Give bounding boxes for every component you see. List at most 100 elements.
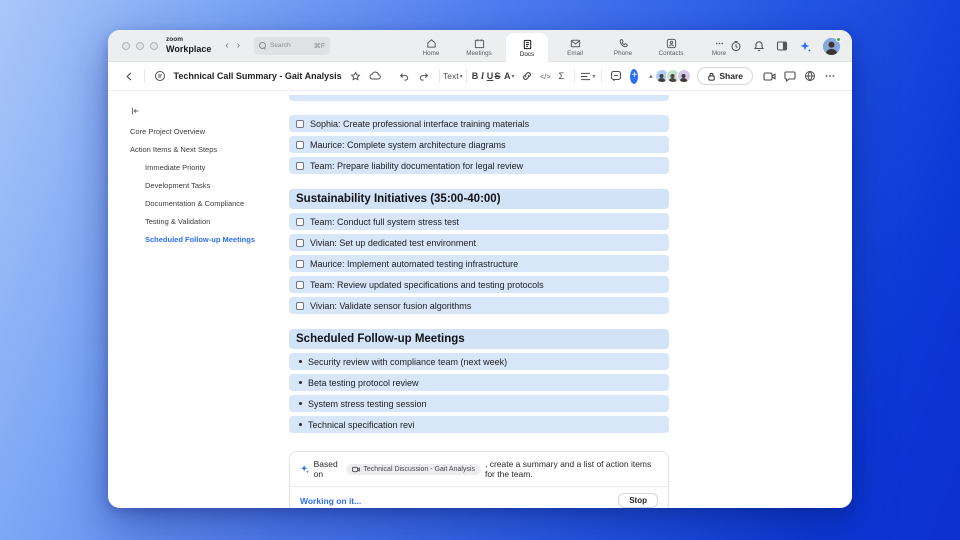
outline-item-testing-validation[interactable]: Testing & Validation <box>145 217 289 226</box>
checklist-row[interactable]: Vivian: Validate sensor fusion algorithm… <box>289 297 669 314</box>
search-icon <box>259 41 267 50</box>
code-block-button[interactable]: </> <box>537 66 553 86</box>
undo-icon[interactable] <box>398 71 410 82</box>
contacts-icon <box>666 38 676 49</box>
outline-item-documentation-compliance[interactable]: Documentation & Compliance <box>145 199 289 208</box>
collaborator-avatar[interactable] <box>677 69 692 83</box>
outline-item-development-tasks[interactable]: Development Tasks <box>145 181 289 190</box>
user-avatar[interactable] <box>823 36 841 55</box>
close-window-button[interactable] <box>122 41 130 50</box>
minimize-window-button[interactable] <box>136 41 144 50</box>
bullet-row[interactable]: System stress testing session <box>289 395 669 412</box>
ai-prompt-prefix: Based on <box>313 459 338 479</box>
zoom-workplace-logo: zoom Workplace <box>166 36 212 54</box>
outline-item-scheduled-followup[interactable]: Scheduled Follow-up Meetings <box>145 235 289 244</box>
align-dropdown[interactable]: ▾ <box>580 66 596 86</box>
checkbox[interactable] <box>296 280 304 289</box>
back-button[interactable] <box>124 71 135 82</box>
checkbox[interactable] <box>296 140 304 149</box>
outline-item-core-project-overview[interactable]: Core Project Overview <box>130 127 289 136</box>
forward-nav-icon[interactable]: › <box>237 40 240 51</box>
checklist-row[interactable]: Maurice: Complete system architecture di… <box>289 136 669 153</box>
globe-icon[interactable] <box>804 70 816 82</box>
history-icon[interactable] <box>730 40 742 52</box>
ai-prompt-row: Based on Technical Discussion - Gait Ana… <box>290 452 668 486</box>
ai-companion-icon[interactable] <box>799 40 812 53</box>
lock-icon <box>708 72 716 81</box>
ai-prompt-suffix: , create a summary and a list of action … <box>484 459 652 479</box>
checkbox[interactable] <box>296 238 304 247</box>
search-input[interactable]: Search ⌘F <box>254 36 331 55</box>
bold-button[interactable]: B <box>471 71 479 81</box>
back-nav-icon[interactable]: ‹ <box>225 40 228 51</box>
document-toolbar: Technical Call Summary - Gait Analysis T… <box>108 62 852 91</box>
desktop-background: zoom Workplace ‹ › Search ⌘F Home Meetin… <box>0 0 960 540</box>
mail-icon <box>570 39 580 48</box>
comment-icon[interactable] <box>610 70 622 82</box>
italic-button[interactable]: I <box>479 71 487 81</box>
source-doc-pill[interactable]: Technical Discussion - Gait Analysis <box>346 463 481 475</box>
phone-icon <box>619 38 628 48</box>
checkbox[interactable] <box>296 119 304 128</box>
video-call-icon[interactable] <box>763 71 776 82</box>
chat-icon[interactable] <box>784 70 796 82</box>
link-icon[interactable] <box>521 70 533 82</box>
more-options-icon[interactable] <box>824 70 836 82</box>
nav-docs[interactable]: Docs <box>506 33 548 63</box>
checklist-row[interactable]: Team: Review updated specifications and … <box>289 276 669 293</box>
sidebar-toggle-icon[interactable] <box>776 40 788 52</box>
nav-home[interactable]: Home <box>410 33 452 62</box>
ai-companion-card: Based on Technical Discussion - Gait Ana… <box>289 451 669 508</box>
insert-plus-button[interactable]: + <box>630 68 639 84</box>
maximize-window-button[interactable] <box>150 41 158 50</box>
checkbox[interactable] <box>296 301 304 310</box>
formula-button[interactable]: Σ <box>553 66 569 86</box>
home-icon <box>426 39 436 48</box>
bullet-row[interactable]: Technical specification revi <box>289 416 669 433</box>
outline-item-immediate-priority[interactable]: Immediate Priority <box>145 163 289 172</box>
underline-button[interactable]: U <box>486 71 494 81</box>
checklist-row[interactable]: Maurice: Implement automated testing inf… <box>289 255 669 272</box>
document-body: Core Project Overview Action Items & Nex… <box>108 91 852 508</box>
search-shortcut: ⌘F <box>313 42 326 50</box>
ai-status-row: Working on it... Stop <box>290 486 668 508</box>
bullet-row[interactable]: Security review with compliance team (ne… <box>289 353 669 370</box>
checkbox[interactable] <box>296 217 304 226</box>
bullet-dot <box>299 423 302 426</box>
checklist-row[interactable]: Sophia: Create professional interface tr… <box>289 115 669 132</box>
nav-phone[interactable]: Phone <box>602 33 644 62</box>
share-button[interactable]: Share <box>697 67 754 85</box>
outline-sidebar: Core Project Overview Action Items & Nex… <box>108 91 289 507</box>
strikethrough-button[interactable]: S <box>494 71 502 81</box>
checkbox[interactable] <box>296 161 304 170</box>
history-nav: ‹ › <box>225 40 240 51</box>
nav-contacts[interactable]: Contacts <box>650 33 692 62</box>
redo-icon[interactable] <box>418 71 430 82</box>
docs-home-icon[interactable] <box>154 70 166 82</box>
stop-button[interactable]: Stop <box>618 493 658 508</box>
more-icon <box>715 42 723 45</box>
bullet-dot <box>299 402 302 405</box>
text-color-dropdown[interactable]: A ▾ <box>501 66 517 86</box>
cloud-sync-icon[interactable] <box>369 70 381 82</box>
notifications-bell-icon[interactable] <box>753 40 765 52</box>
collapse-outline-icon[interactable] <box>130 103 289 121</box>
favorite-star-icon[interactable] <box>350 70 361 82</box>
text-style-dropdown[interactable]: Text ▾ <box>443 66 463 86</box>
search-placeholder: Search <box>270 42 291 49</box>
document-title: Technical Call Summary - Gait Analysis <box>173 71 342 81</box>
primary-nav: Home Meetings Docs Email Phone Contacts … <box>380 30 770 63</box>
document-content: Sophia: Create professional interface tr… <box>289 91 669 508</box>
checklist-row[interactable]: Team: Conduct full system stress test <box>289 213 669 230</box>
topbar-right-controls <box>730 30 841 62</box>
checklist-row[interactable]: Team: Prepare liability documentation fo… <box>289 157 669 174</box>
nav-meetings[interactable]: Meetings <box>458 33 500 62</box>
outline-item-action-items[interactable]: Action Items & Next Steps <box>130 145 289 154</box>
checklist-row[interactable]: Vivian: Set up dedicated test environmen… <box>289 234 669 251</box>
checkbox[interactable] <box>296 259 304 268</box>
bullet-row[interactable]: Beta testing protocol review <box>289 374 669 391</box>
online-status-dot <box>836 36 841 42</box>
section-heading-sustainability: Sustainability Initiatives (35:00-40:00) <box>289 189 669 209</box>
app-titlebar: zoom Workplace ‹ › Search ⌘F Home Meetin… <box>108 30 852 63</box>
nav-email[interactable]: Email <box>554 33 596 62</box>
